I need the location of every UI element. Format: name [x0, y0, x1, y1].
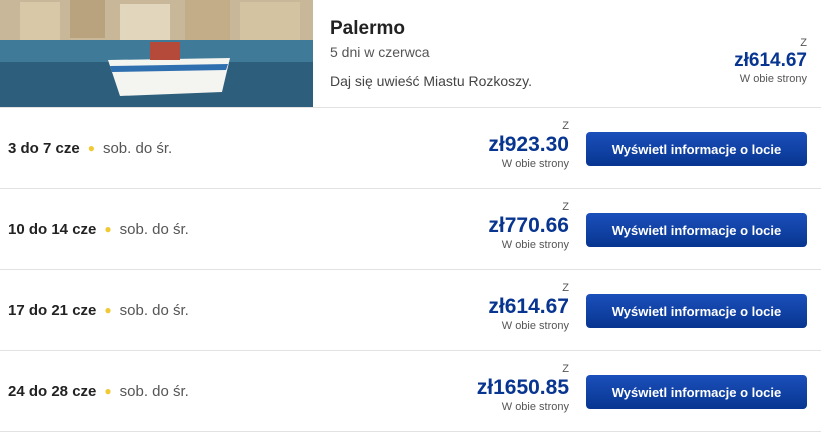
weekday-range: sob. do śr.	[102, 140, 173, 157]
price-amount: zł614.67	[734, 50, 807, 71]
flight-price: Z zł770.66 W obie strony	[488, 201, 569, 251]
bullet-dot-icon: ●	[104, 384, 112, 398]
date-range: 3 do 7 cze	[8, 140, 80, 157]
destination-dates: 5 dni w czerwca	[330, 44, 430, 60]
flight-dates: 10 do 14 cze ● sob. do śr.	[8, 221, 189, 238]
flight-dates: 17 do 21 cze ● sob. do śr.	[8, 302, 189, 319]
flight-row: 17 do 21 cze ● sob. do śr. Z zł614.67 W ob…	[0, 270, 821, 351]
flight-price: Z zł1650.85 W obie strony	[477, 363, 569, 413]
weekday-range: sob. do śr.	[119, 221, 189, 238]
date-range: 10 do 14 cze	[8, 221, 97, 238]
price-suffix: W obie strony	[501, 320, 569, 332]
flight-row: 24 do 28 cze ● sob. do śr. Z zł1650.85 W o…	[0, 351, 821, 432]
view-flight-info-button[interactable]: Wyświetl informacje o locie	[586, 375, 807, 409]
price-suffix: W obie strony	[739, 73, 807, 85]
destination-tagline: Daj się uwieść Miastu Rozkoszy.	[330, 73, 533, 89]
flight-dates: 3 do 7 cze ● sob. do śr.	[8, 140, 172, 157]
flight-price: Z zł614.67 W obie strony	[488, 282, 569, 332]
price-amount: zł614.67	[488, 295, 569, 318]
date-range: 24 do 28 cze	[8, 383, 97, 400]
destination-header: Palermo 5 dni w czerwca Daj się uwieść M…	[0, 0, 821, 108]
price-prefix: Z	[562, 201, 569, 213]
bullet-dot-icon: ●	[104, 303, 112, 317]
destination-photo	[0, 0, 313, 107]
view-flight-info-button[interactable]: Wyświetl informacje o locie	[586, 294, 807, 328]
destination-name: Palermo	[330, 18, 405, 39]
flight-price: Z zł923.30 W obie strony	[488, 120, 569, 170]
price-prefix: Z	[562, 282, 569, 294]
price-amount: zł770.66	[488, 214, 569, 237]
date-range: 17 do 21 cze	[8, 302, 97, 319]
price-amount: zł923.30	[488, 133, 569, 156]
price-suffix: W obie strony	[501, 401, 569, 413]
view-flight-info-button[interactable]: Wyświetl informacje o locie	[586, 132, 807, 166]
weekday-range: sob. do śr.	[119, 302, 189, 319]
price-suffix: W obie strony	[501, 239, 569, 251]
weekday-range: sob. do śr.	[119, 383, 189, 400]
bullet-dot-icon: ●	[104, 222, 112, 236]
flight-row: 10 do 14 cze ● sob. do śr. Z zł770.66 W ob…	[0, 189, 821, 270]
price-suffix: W obie strony	[501, 158, 569, 170]
price-prefix: Z	[562, 120, 569, 132]
view-flight-info-button[interactable]: Wyświetl informacje o locie	[586, 213, 807, 247]
bullet-dot-icon: ●	[87, 141, 95, 155]
price-prefix: Z	[800, 37, 807, 49]
price-prefix: Z	[562, 363, 569, 375]
destination-price: Z zł614.67 W obie strony	[734, 37, 807, 85]
flight-dates: 24 do 28 cze ● sob. do śr.	[8, 383, 189, 400]
price-amount: zł1650.85	[476, 376, 569, 399]
flight-row: 3 do 7 cze ● sob. do śr. Z zł923.30 W obie…	[0, 108, 821, 189]
